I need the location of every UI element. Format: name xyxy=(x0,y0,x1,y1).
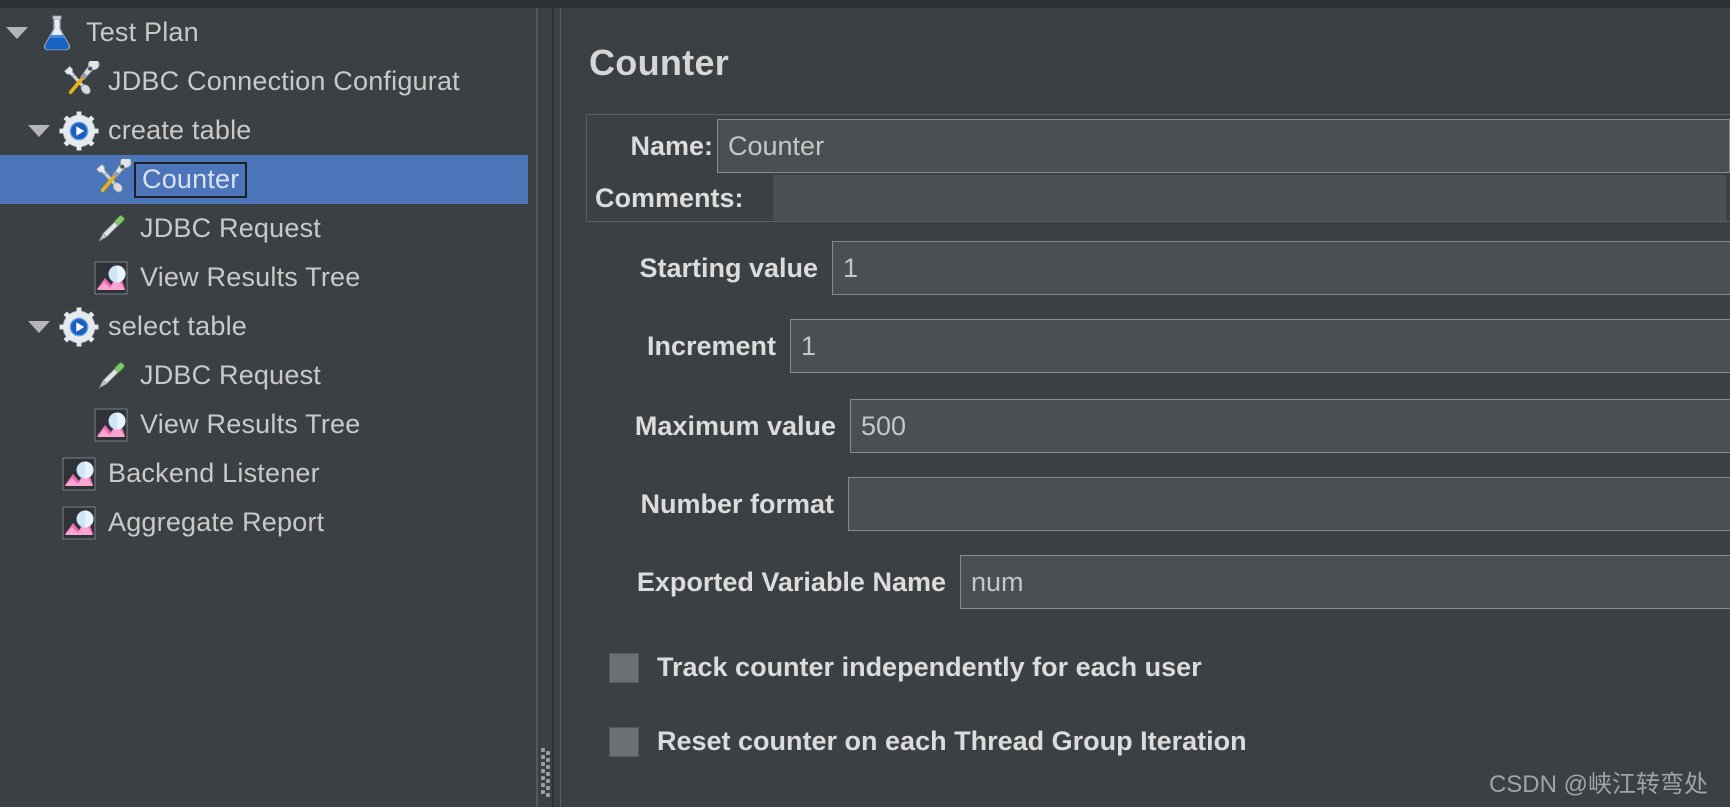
field-row: Maximum value 500 xyxy=(586,398,1730,454)
listener-icon xyxy=(88,255,134,301)
tree-item-view-results-tree[interactable]: View Results Tree xyxy=(0,253,528,302)
tree-item-label: JDBC Request xyxy=(140,360,321,390)
field-label: Maximum value xyxy=(634,410,836,441)
tree-item-aggregate-report[interactable]: Aggregate Report xyxy=(0,498,528,547)
field-label: Increment xyxy=(646,330,776,361)
checkbox-icon[interactable] xyxy=(609,652,639,683)
field-row: Number format xyxy=(586,476,1730,532)
splitter-grip-dot xyxy=(546,772,550,776)
splitter-grip-dot xyxy=(546,779,550,783)
thread-group-icon xyxy=(56,304,102,350)
tree-toggle-placeholder xyxy=(54,351,88,400)
window-top-strip xyxy=(0,0,1730,8)
checkbox-row[interactable]: Reset counter on each Thread Group Itera… xyxy=(609,726,1247,757)
tree-toggle-placeholder xyxy=(54,155,88,204)
tree-toggle-placeholder xyxy=(22,498,56,547)
splitter-left-edge xyxy=(536,8,538,807)
counter-config-panel: Counter Name: Counter Comments: Starting… xyxy=(560,8,1730,807)
config-tools-icon xyxy=(56,59,102,105)
tree-toggle-placeholder xyxy=(22,449,56,498)
splitter-grip-dot xyxy=(541,776,545,780)
chevron-down-icon[interactable] xyxy=(22,106,56,155)
field-input[interactable] xyxy=(848,477,1730,531)
tree-toggle-placeholder xyxy=(54,204,88,253)
tree-item-label: Aggregate Report xyxy=(108,507,325,537)
flask-icon xyxy=(34,10,80,56)
tree-item-test-plan[interactable]: Test Plan xyxy=(0,8,528,57)
name-row: Name: Counter xyxy=(587,119,1730,173)
page-title: Counter xyxy=(589,42,730,83)
name-input[interactable]: Counter xyxy=(717,119,1730,173)
name-comments-group: Name: Counter Comments: xyxy=(586,114,1730,222)
tree-toggle-placeholder xyxy=(22,57,56,106)
splitter-grip-dot xyxy=(546,793,550,797)
chevron-down-glyph xyxy=(6,26,28,39)
jmeter-window: Test Plan JDBC Connection Configurat creat… xyxy=(0,0,1730,807)
checkbox-label: Track counter independently for each use… xyxy=(657,652,1202,682)
comments-input[interactable] xyxy=(773,175,1726,221)
listener-icon xyxy=(56,451,102,497)
field-label: Number format xyxy=(640,488,834,519)
tree-item-jdbc-request[interactable]: JDBC Request xyxy=(0,351,528,400)
tree-item-counter[interactable]: Counter xyxy=(0,155,528,204)
panel-splitter[interactable] xyxy=(528,8,560,807)
splitter-grip-dot xyxy=(541,748,545,752)
splitter-grip-dot xyxy=(541,790,545,794)
splitter-grip-icon[interactable] xyxy=(541,748,550,800)
field-row: Exported Variable Name num xyxy=(586,554,1730,610)
field-input[interactable]: 1 xyxy=(832,241,1730,295)
comments-row: Comments: xyxy=(587,175,1726,221)
field-label: Exported Variable Name xyxy=(636,566,946,597)
tree-toggle-placeholder xyxy=(54,400,88,449)
splitter-grip-dot xyxy=(546,758,550,762)
chevron-down-icon[interactable] xyxy=(0,8,34,57)
sampler-icon xyxy=(88,353,134,399)
tree-item-jdbc-connection-configurat[interactable]: JDBC Connection Configurat xyxy=(0,57,528,106)
checkbox-label: Reset counter on each Thread Group Itera… xyxy=(657,726,1247,756)
field-row: Increment 1 xyxy=(586,318,1730,374)
splitter-grip-dot xyxy=(546,751,550,755)
watermark: CSDN @峡江转弯处 xyxy=(1488,771,1708,798)
name-label: Name: xyxy=(630,130,713,161)
chevron-down-icon[interactable] xyxy=(22,302,56,351)
tree-item-backend-listener[interactable]: Backend Listener xyxy=(0,449,528,498)
splitter-grip-dot xyxy=(541,783,545,787)
tree-item-jdbc-request[interactable]: JDBC Request xyxy=(0,204,528,253)
tree-item-view-results-tree[interactable]: View Results Tree xyxy=(0,400,528,449)
chevron-down-glyph xyxy=(28,124,50,137)
listener-icon xyxy=(56,500,102,546)
comments-label: Comments: xyxy=(595,182,744,213)
test-plan-tree[interactable]: Test Plan JDBC Connection Configurat creat… xyxy=(0,8,528,807)
splitter-grip-dot xyxy=(546,786,550,790)
splitter-grip-dot xyxy=(546,765,550,769)
tree-toggle-placeholder xyxy=(54,253,88,302)
field-input[interactable]: num xyxy=(960,555,1730,609)
field-label: Starting value xyxy=(639,252,818,283)
field-row: Starting value 1 xyxy=(586,240,1730,296)
tree-item-label: create table xyxy=(108,115,252,145)
tree-item-label: Backend Listener xyxy=(108,458,320,488)
tree-item-label: Test Plan xyxy=(86,17,199,47)
tree-item-label: View Results Tree xyxy=(140,262,361,292)
listener-icon xyxy=(88,402,134,448)
field-input[interactable]: 500 xyxy=(850,399,1730,453)
tree-item-label: JDBC Connection Configurat xyxy=(108,66,460,96)
splitter-right-edge xyxy=(552,8,554,807)
splitter-grip-dot xyxy=(541,769,545,773)
tree-item-create-table[interactable]: create table xyxy=(0,106,528,155)
sampler-icon xyxy=(88,206,134,252)
chevron-down-glyph xyxy=(28,320,50,333)
tree-item-label: JDBC Request xyxy=(140,213,321,243)
tree-item-label: View Results Tree xyxy=(140,409,361,439)
thread-group-icon xyxy=(56,108,102,154)
tree-item-label: select table xyxy=(108,311,247,341)
checkbox-icon[interactable] xyxy=(609,726,639,757)
tree-item-label: Counter xyxy=(134,161,248,198)
field-input[interactable]: 1 xyxy=(790,319,1730,373)
splitter-grip-dot xyxy=(541,762,545,766)
config-tools-icon xyxy=(88,157,134,203)
checkbox-row[interactable]: Track counter independently for each use… xyxy=(609,652,1202,683)
tree-item-select-table[interactable]: select table xyxy=(0,302,528,351)
splitter-grip-dot xyxy=(541,755,545,759)
